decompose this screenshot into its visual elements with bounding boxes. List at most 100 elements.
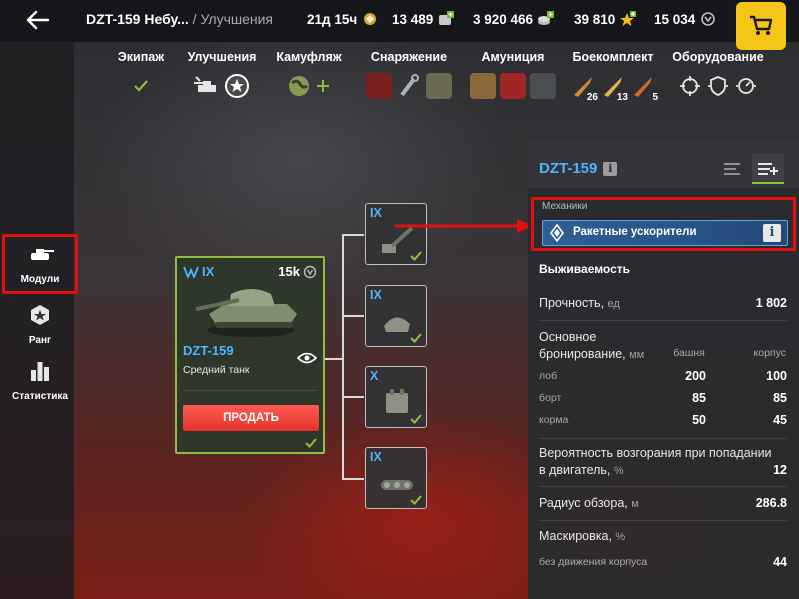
category-crew[interactable]: Экипаж xyxy=(116,50,166,100)
gold[interactable]: 39 810 xyxy=(574,11,637,27)
sidebar-item-stats[interactable]: Статистика xyxy=(4,352,76,408)
tank-card[interactable]: IX 15k DZT-159 Средний танк ПРОДАТЬ xyxy=(175,256,325,454)
combat-xp-value: 15 034 xyxy=(654,11,696,27)
sidebar: Модули Ранг Статистика xyxy=(0,42,78,599)
camo-row: Маскировка, % xyxy=(539,529,787,543)
mechanic-name: Ракетные ускорители xyxy=(573,226,697,238)
credits[interactable]: 3 920 466 xyxy=(473,11,555,27)
info-icon[interactable]: i xyxy=(603,161,618,176)
camo-still-value: 44 xyxy=(773,555,787,569)
mechanic-rocket-boosters[interactable]: Ракетные ускорители i xyxy=(542,220,788,246)
tank-tier-value: IX xyxy=(202,264,215,279)
card-divider xyxy=(183,390,317,391)
module-tier: X xyxy=(370,369,379,383)
armor-side-turret: 85 xyxy=(692,391,706,405)
armor-label-line2: бронирование, xyxy=(539,347,626,361)
he-shell-icon[interactable]: 5 xyxy=(630,73,658,103)
armor-front-label: лоб xyxy=(539,370,558,382)
category-camo-label: Камуфляж xyxy=(276,50,342,64)
crosshair-slot-icon[interactable] xyxy=(678,74,702,98)
detailed-view-button[interactable] xyxy=(752,154,784,184)
shell-boost-icon[interactable] xyxy=(470,73,496,99)
eye-icon[interactable] xyxy=(297,352,317,364)
info-icon[interactable]: i xyxy=(763,224,781,242)
category-ammo[interactable]: Амуниция xyxy=(470,50,556,100)
view-range-row: Радиус обзора, м 286.8 xyxy=(539,496,787,510)
gold-value: 39 810 xyxy=(574,11,616,27)
shop-button[interactable] xyxy=(736,2,786,50)
fire-chance-row1: Вероятность возгорания при попадании xyxy=(539,446,787,460)
compact-view-button[interactable] xyxy=(716,154,748,184)
credits-value: 3 920 466 xyxy=(473,11,534,27)
module-engine[interactable]: X xyxy=(365,366,427,428)
premium-time-value: 21д 15ч xyxy=(307,11,358,27)
arrow-right-icon xyxy=(395,219,533,233)
mechanics-section: Механики Ракетные ускорители i xyxy=(531,197,796,251)
armor-rear-hull: 45 xyxy=(773,413,787,427)
category-ammo-label: Амуниция xyxy=(481,50,545,64)
module-gun[interactable]: IX xyxy=(365,203,427,265)
armor-rear-label: корма xyxy=(539,414,569,426)
category-camo[interactable]: Камуфляж xyxy=(276,50,342,100)
divider xyxy=(539,320,787,321)
fire-chance-unit: % xyxy=(613,465,624,477)
wrench-icon[interactable] xyxy=(396,73,422,99)
category-upgrades[interactable]: Улучшения xyxy=(186,50,258,100)
stats-icon xyxy=(31,362,49,381)
checkmark-icon xyxy=(410,414,422,424)
top-bar: DZT-159 Небу... / Улучшения 21д 15ч 13 4… xyxy=(0,0,799,50)
speed-slot-icon[interactable] xyxy=(734,74,758,98)
connector-line xyxy=(342,478,364,480)
ap-shell-icon[interactable]: 26 xyxy=(570,73,598,103)
module-turret[interactable]: IX xyxy=(365,285,427,347)
tank-image xyxy=(195,289,297,337)
category-upgrades-label: Улучшения xyxy=(187,50,257,64)
checkmark-icon xyxy=(410,333,422,343)
apcr-shell-icon[interactable]: 13 xyxy=(600,73,628,103)
durability-row: Прочность, ед 1 802 xyxy=(539,296,787,310)
connector-line xyxy=(325,358,342,360)
armor-unit: мм xyxy=(629,349,645,361)
connector-line xyxy=(342,234,344,479)
rank-icon xyxy=(31,305,49,325)
durability-value: 1 802 xyxy=(755,296,787,310)
tank-price-value: 15k xyxy=(278,264,300,279)
checkmark-icon xyxy=(410,251,422,261)
xp-icon xyxy=(303,265,317,278)
adrenaline-icon[interactable] xyxy=(426,73,452,99)
sidebar-item-modules[interactable]: Модули xyxy=(2,234,78,294)
fuel-icon[interactable] xyxy=(530,73,556,99)
connector-line xyxy=(342,315,364,317)
arrow-left-icon xyxy=(26,10,50,30)
divider xyxy=(539,520,787,521)
ammo-crate-icon[interactable] xyxy=(500,73,526,99)
sidebar-item-label: Модули xyxy=(20,274,60,285)
camo-label: Маскировка, xyxy=(539,529,612,543)
shield-slot-icon[interactable] xyxy=(706,74,730,98)
tank-icon xyxy=(31,249,54,260)
category-loadout[interactable]: Боекомплект 26 13 5 xyxy=(568,50,658,103)
sidebar-item-rank[interactable]: Ранг xyxy=(4,296,76,352)
armor-front-turret: 200 xyxy=(685,369,706,383)
premium-time[interactable]: 21д 15ч xyxy=(307,11,379,27)
durability-label: Прочность, xyxy=(539,296,604,310)
combat-xp[interactable]: 15 034 xyxy=(654,11,717,27)
tank-price: 15k xyxy=(278,264,317,279)
tank-type: Средний танк xyxy=(183,364,250,376)
shopping-cart-icon xyxy=(750,15,773,35)
ap-shell-count: 26 xyxy=(586,92,598,103)
category-equipment[interactable]: Снаряжение xyxy=(366,50,452,100)
category-equipment-slots[interactable]: Оборудование xyxy=(670,50,766,100)
connector-line xyxy=(342,234,364,236)
medkit-icon[interactable] xyxy=(366,73,392,99)
tank-title: DZT-159 Небу... xyxy=(86,11,189,27)
panel-title-text: DZT-159 xyxy=(539,160,598,177)
panel-header: DZT-159 i xyxy=(528,140,799,188)
page-title: DZT-159 Небу... / Улучшения xyxy=(86,11,273,27)
back-button[interactable] xyxy=(22,8,52,32)
free-xp[interactable]: 13 489 xyxy=(392,11,455,27)
armor-side-label: борт xyxy=(539,392,562,404)
list-add-icon xyxy=(758,163,778,175)
module-tracks[interactable]: IX xyxy=(365,447,427,509)
sell-button[interactable]: ПРОДАТЬ xyxy=(183,405,319,431)
